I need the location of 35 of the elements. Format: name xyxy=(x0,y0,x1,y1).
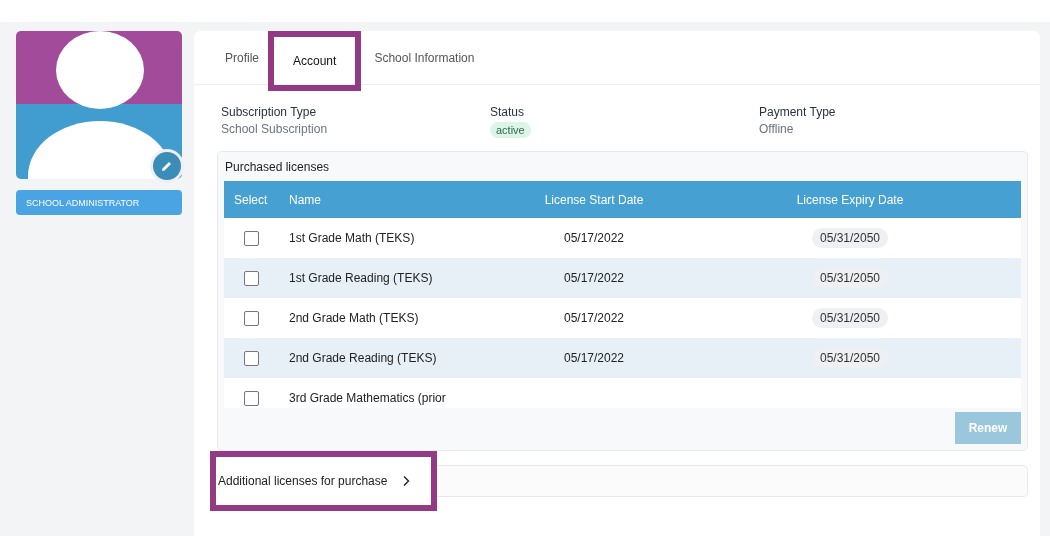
tab[interactable]: Profile xyxy=(216,38,268,78)
panel-title: Purchased licenses xyxy=(225,160,331,174)
field-value: School Subscription xyxy=(221,122,328,136)
field-label: Subscription Type xyxy=(221,105,317,119)
status-badge: active xyxy=(490,122,531,138)
column-header: License Start Date xyxy=(543,192,645,207)
field-value: Offline xyxy=(759,122,794,136)
column-header: Name xyxy=(289,192,322,207)
row-checkbox[interactable] xyxy=(244,350,259,366)
date-chip: 05/31/2050 xyxy=(811,228,889,248)
column-header: License Expiry Date xyxy=(795,192,905,207)
table-cell: 05/17/2022 xyxy=(563,351,625,365)
date-chip: 05/31/2050 xyxy=(811,268,889,288)
field-label: Status xyxy=(490,105,525,119)
expand-link[interactable]: Additional licenses for purchase xyxy=(210,451,438,511)
date-chip: 05/31/2050 xyxy=(811,348,889,368)
table-cell-text: 1st Grade Math (TEKS) xyxy=(289,231,416,245)
tab[interactable]: School Information xyxy=(365,38,484,78)
chevron-right-icon xyxy=(401,475,412,487)
row-checkbox[interactable] xyxy=(244,270,259,286)
table-cell-text: 1st Grade Reading (TEKS) xyxy=(289,271,434,285)
table-cell-text: 2nd Grade Math (TEKS) xyxy=(289,311,420,325)
row-checkbox[interactable] xyxy=(244,390,259,406)
table-cell-text: 2nd Grade Reading (TEKS) xyxy=(289,351,438,365)
table-cell: 05/17/2022 xyxy=(563,231,625,245)
column-header: Select xyxy=(233,192,269,207)
table-cell: 05/17/2022 xyxy=(563,311,625,325)
tab[interactable]: Account xyxy=(268,31,362,91)
field-label: Payment Type xyxy=(759,105,836,119)
edit-pencil-icon[interactable] xyxy=(150,149,184,183)
row-checkbox[interactable] xyxy=(244,310,259,326)
date-chip: 05/31/2050 xyxy=(811,308,889,328)
row-checkbox[interactable] xyxy=(244,230,259,246)
table-cell: 05/17/2022 xyxy=(563,271,625,285)
table-cell-text: 3rd Grade Mathematics (prior xyxy=(289,391,447,405)
